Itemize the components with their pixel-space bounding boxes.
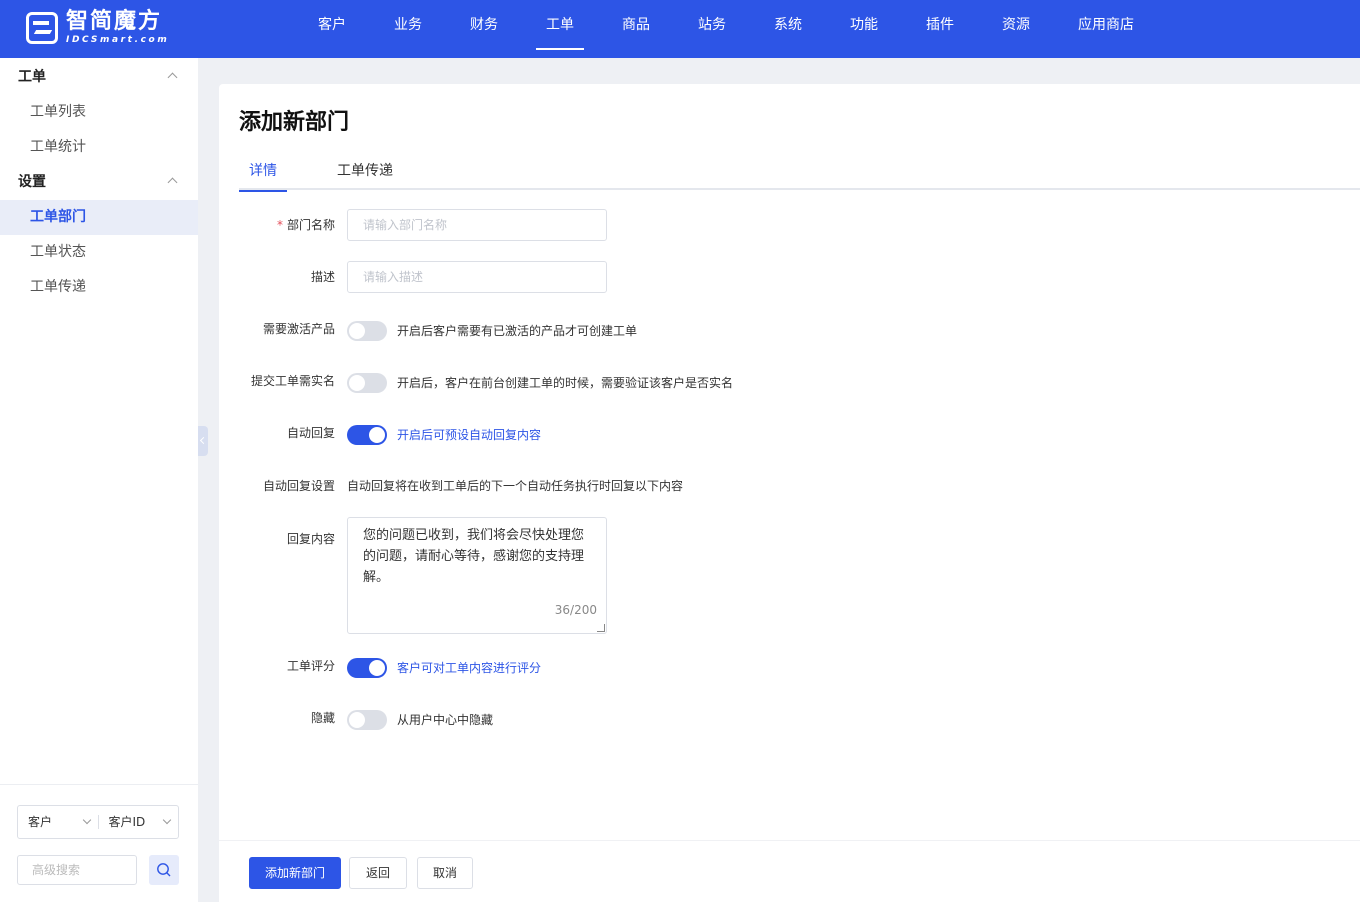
rating-toggle[interactable]: [347, 658, 387, 678]
require-active-product-toggle[interactable]: [347, 321, 387, 341]
nav-item-customers[interactable]: 客户: [294, 0, 370, 58]
cancel-button[interactable]: 取消: [417, 857, 473, 889]
search-button[interactable]: [149, 855, 179, 885]
form-row-require-active-product: 需要激活产品 开启后客户需要有已激活的产品才可创建工单: [219, 321, 1119, 341]
sidebar-collapse-handle[interactable]: [198, 426, 208, 456]
form-row-hidden: 隐藏 从用户中心中隐藏: [219, 710, 1119, 730]
sidebar-search-area: 客户 客户ID: [0, 784, 198, 902]
tab-bar: 详情 工单传递: [239, 160, 1360, 192]
sidebar-item-ticket-list[interactable]: 工单列表: [0, 95, 198, 130]
hidden-toggle[interactable]: [347, 710, 387, 730]
sidebar-group-settings[interactable]: 设置: [0, 165, 198, 200]
auto-reply-setting-text: 自动回复将在收到工单后的下一个自动任务执行时回复以下内容: [347, 479, 684, 493]
brand-name-en: IDCSmart.com: [66, 35, 170, 45]
resize-handle-icon[interactable]: [597, 624, 605, 632]
auto-reply-toggle[interactable]: [347, 425, 387, 445]
sidebar-group-label: 设置: [18, 174, 46, 190]
description-input[interactable]: [347, 261, 607, 293]
form-row-reply-content: 回复内容 36/200: [219, 517, 1119, 634]
nav-item-products[interactable]: 商品: [598, 0, 674, 58]
sidebar-item-ticket-stats[interactable]: 工单统计: [0, 130, 198, 165]
auto-reply-desc: 开启后可预设自动回复内容: [397, 428, 542, 442]
tab-details[interactable]: 详情: [239, 160, 287, 192]
reply-content-label: 回复内容: [286, 532, 335, 546]
search-field-dropdown[interactable]: 客户ID: [99, 806, 179, 838]
nav-item-finance[interactable]: 财务: [446, 0, 522, 58]
form-row-auto-reply: 自动回复 开启后可预设自动回复内容: [219, 425, 1119, 445]
require-real-name-desc: 开启后，客户在前台创建工单的时候，需要验证该客户是否实名: [397, 376, 734, 390]
department-name-input[interactable]: [347, 209, 607, 241]
sidebar-item-ticket-status[interactable]: 工单状态: [0, 235, 198, 270]
form-footer: 添加新部门 返回 取消: [219, 840, 1360, 902]
logo-icon: [26, 12, 58, 44]
require-real-name-toggle[interactable]: [347, 373, 387, 393]
search-type-dropdown[interactable]: 客户: [18, 806, 98, 838]
sidebar-group-label: 工单: [18, 69, 46, 85]
department-name-label: 部门名称: [286, 218, 335, 232]
tab-ticket-transfer[interactable]: 工单传递: [327, 160, 403, 190]
add-department-button[interactable]: 添加新部门: [249, 857, 341, 889]
nav-item-system[interactable]: 系统: [750, 0, 826, 58]
sidebar-group-tickets[interactable]: 工单: [0, 60, 198, 95]
chevron-down-icon: [82, 815, 91, 825]
nav-item-tickets[interactable]: 工单: [522, 0, 598, 58]
require-active-product-label: 需要激活产品: [262, 322, 335, 336]
main-nav: 客户 业务 财务 工单 商品 站务 系统 功能 插件 资源 应用商店: [294, 0, 1158, 58]
chevron-up-icon: [167, 177, 178, 188]
form-row-name: * 部门名称: [219, 209, 1119, 241]
advanced-search-input[interactable]: [17, 855, 137, 885]
page-title: 添加新部门: [239, 110, 350, 135]
search-icon: [157, 863, 171, 877]
rating-label: 工单评分: [286, 659, 335, 673]
required-mark: *: [276, 218, 283, 232]
nav-item-site[interactable]: 站务: [674, 0, 750, 58]
top-navbar: 智简魔方 IDCSmart.com 客户 业务 财务 工单 商品 站务 系统 功…: [0, 0, 1360, 58]
reply-content-wrapper: 36/200: [347, 517, 607, 634]
brand-logo[interactable]: 智简魔方 IDCSmart.com: [26, 11, 169, 45]
sidebar-item-ticket-departments[interactable]: 工单部门: [0, 200, 198, 235]
form-row-description: 描述: [219, 261, 1119, 293]
nav-item-resources[interactable]: 资源: [978, 0, 1054, 58]
nav-item-features[interactable]: 功能: [826, 0, 902, 58]
auto-reply-setting-label: 自动回复设置: [262, 479, 335, 493]
nav-item-app-store[interactable]: 应用商店: [1054, 0, 1158, 58]
char-counter: 36/200: [554, 603, 597, 617]
brand-name-cn: 智简魔方: [66, 9, 163, 34]
rating-desc: 客户可对工单内容进行评分: [397, 661, 542, 675]
chevron-up-icon: [167, 72, 178, 83]
hidden-label: 隐藏: [310, 711, 335, 725]
require-real-name-label: 提交工单需实名: [250, 374, 335, 388]
chevron-down-icon: [162, 815, 172, 825]
form-row-rating: 工单评分 客户可对工单内容进行评分: [219, 658, 1119, 678]
auto-reply-label: 自动回复: [286, 426, 335, 440]
sidebar: 工单 工单列表 工单统计 设置 工单部门 工单状态 工单传递 客户 客户ID: [0, 58, 198, 902]
hidden-desc: 从用户中心中隐藏: [397, 713, 494, 727]
form-row-require-real-name: 提交工单需实名 开启后，客户在前台创建工单的时候，需要验证该客户是否实名: [219, 373, 1119, 393]
description-label: 描述: [310, 270, 335, 284]
sidebar-item-ticket-transfer[interactable]: 工单传递: [0, 270, 198, 305]
main-panel: 添加新部门 详情 工单传递 *部门名称 描述 需要激活产品 开启后客户需要有已激…: [219, 84, 1360, 902]
nav-item-business[interactable]: 业务: [370, 0, 446, 58]
require-active-product-desc: 开启后客户需要有已激活的产品才可创建工单: [397, 324, 638, 338]
back-button[interactable]: 返回: [349, 857, 407, 889]
search-type-select[interactable]: 客户 客户ID: [17, 805, 179, 839]
nav-item-plugins[interactable]: 插件: [902, 0, 978, 58]
form-row-auto-reply-setting: 自动回复设置 自动回复将在收到工单后的下一个自动任务执行时回复以下内容: [219, 478, 1119, 494]
